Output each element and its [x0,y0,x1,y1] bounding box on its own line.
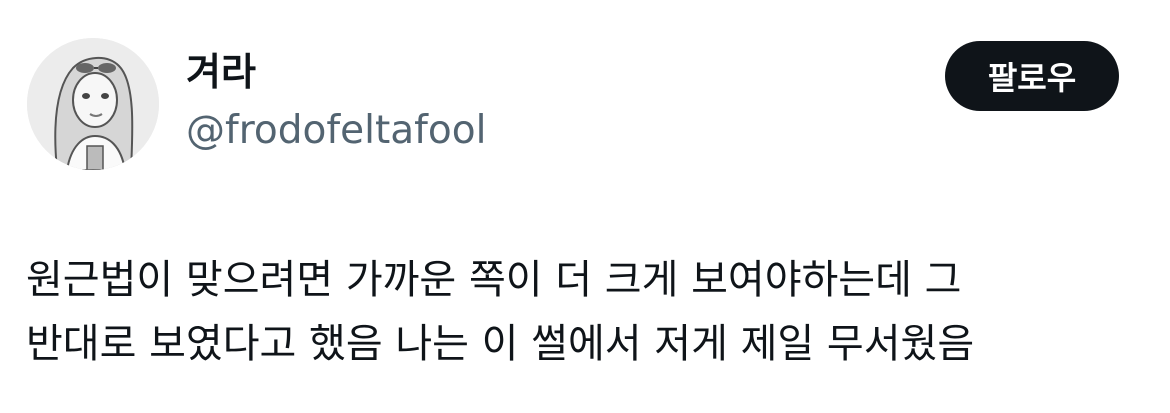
tweet-text: 원근법이 맞으려면 가까운 쪽이 더 크게 보여야하는데 그 반대로 보였다고 … [26,248,1156,376]
author-display-name[interactable]: 겨라 [186,48,256,96]
tweet-card: 겨라 @frodofeltafool 팔로우 원근법이 맞으려면 가까운 쪽이 … [0,0,1170,413]
follow-button[interactable]: 팔로우 [945,41,1119,111]
avatar-illustration-image [27,38,159,170]
tweet-text-line-1: 원근법이 맞으려면 가까운 쪽이 더 크게 보여야하는데 그 [26,257,962,303]
tweet-text-line-2: 반대로 보였다고 했음 나는 이 썰에서 저게 제일 무서웠음 [26,321,975,367]
avatar[interactable] [27,38,159,170]
author-handle[interactable]: @frodofeltafool [186,106,486,156]
